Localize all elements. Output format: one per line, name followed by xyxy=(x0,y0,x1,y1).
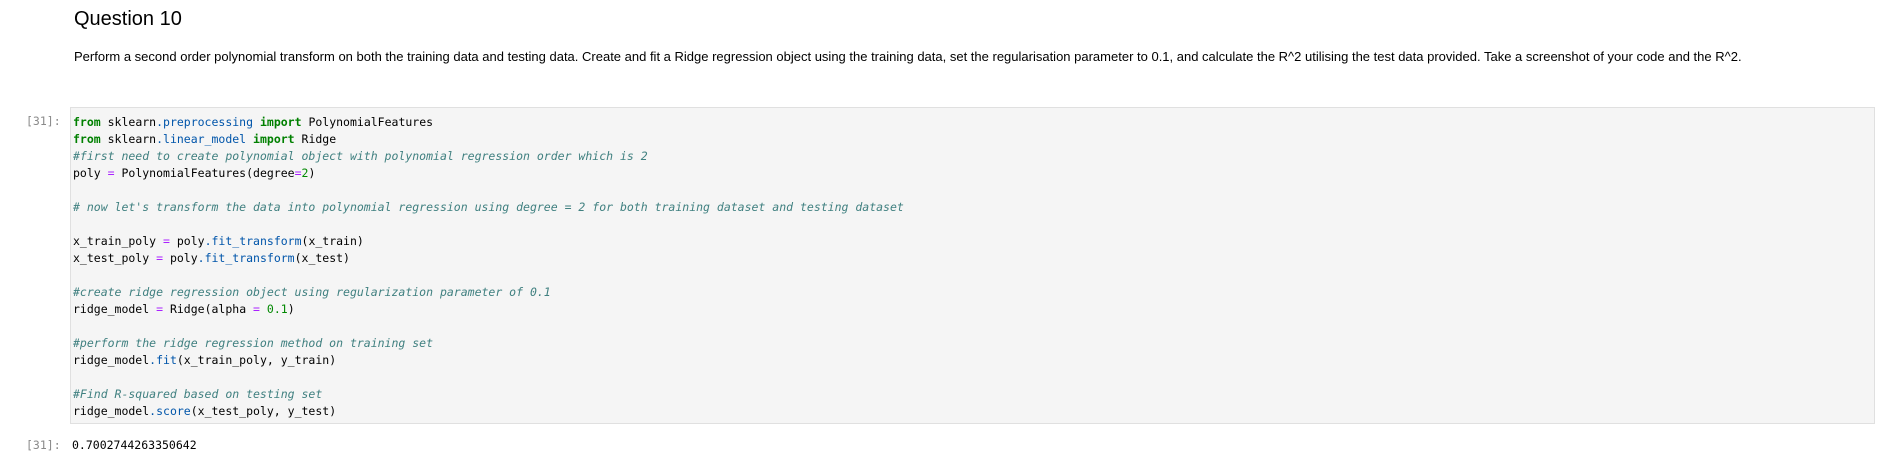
question-text: Perform a second order polynomial transf… xyxy=(74,49,1742,64)
code-line: x_train_poly = poly.fit_transform(x_trai… xyxy=(73,234,364,248)
input-prompt: [31]: xyxy=(26,114,61,128)
code-cell-editor[interactable]: from sklearn.preprocessing import Polyno… xyxy=(70,107,1875,424)
question-title: Question 10 xyxy=(74,8,182,30)
code-line: #Find R-squared based on testing set xyxy=(73,387,323,401)
code-line: ridge_model.score(x_test_poly, y_test) xyxy=(73,404,337,418)
code-line: ridge_model.fit(x_train_poly, y_train) xyxy=(73,353,337,367)
code-line: #create ridge regression object using re… xyxy=(73,285,551,299)
code-line: ridge_model = Ridge(alpha = 0.1) xyxy=(73,302,295,316)
code-line: #first need to create polynomial object … xyxy=(73,149,648,163)
code-line: x_test_poly = poly.fit_transform(x_test) xyxy=(73,251,350,265)
output-prompt: [31]: xyxy=(26,438,61,452)
code-line: #perform the ridge regression method on … xyxy=(73,336,434,350)
code-line: from sklearn.linear_model import Ridge xyxy=(73,132,337,146)
code-line: # now let's transform the data into poly… xyxy=(73,200,904,214)
code-line: poly = PolynomialFeatures(degree=2) xyxy=(73,166,316,180)
code-line: from sklearn.preprocessing import Polyno… xyxy=(73,115,434,129)
cell-output: 0.7002744263350642 xyxy=(72,438,197,452)
